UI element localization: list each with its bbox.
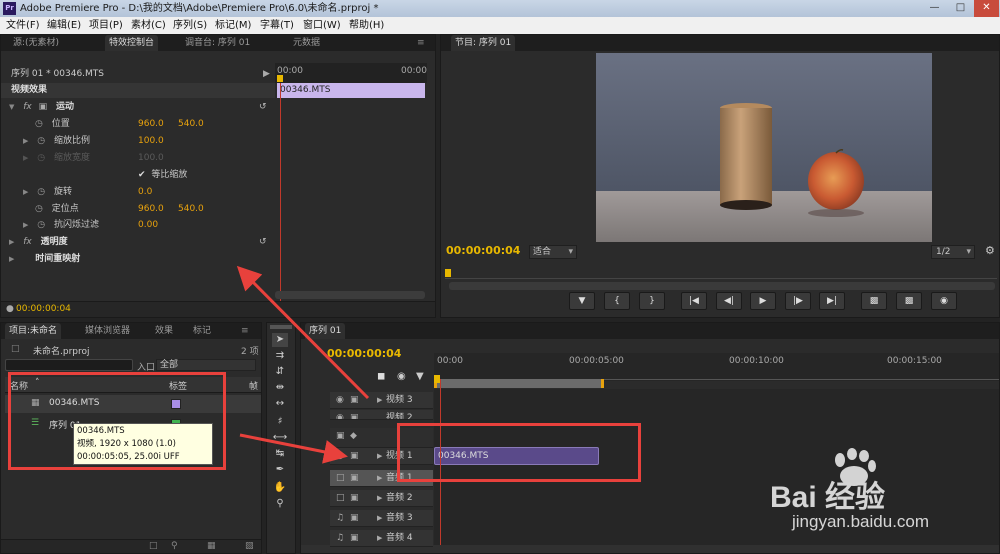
arrow-to-effects	[236, 265, 370, 400]
watermark-url: jingyan.baidu.com	[792, 512, 930, 531]
baidu-watermark: Bai 经验 jingyan.baidu.com	[768, 448, 1000, 548]
arrow-to-timeline	[239, 433, 348, 464]
watermark-brand: Bai 经验	[770, 481, 886, 514]
